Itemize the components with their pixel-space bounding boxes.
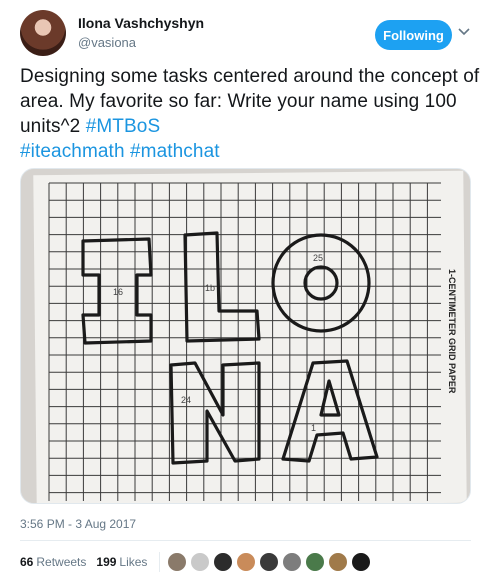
handwritten-count: 1 [311, 423, 316, 433]
user-display-name[interactable]: Ilona Vashchyshyn [78, 15, 204, 31]
liker-avatar[interactable] [213, 552, 234, 572]
tweet-text: Designing some tasks centered around the… [20, 64, 480, 164]
following-button[interactable]: Following [375, 20, 452, 50]
user-handle[interactable]: @vasiona [78, 35, 136, 50]
retweets-stat[interactable]: 66 Retweets [20, 555, 86, 569]
liker-avatar[interactable] [282, 552, 303, 572]
hashtag-link[interactable]: #mathchat [130, 141, 220, 162]
tweet-stats: 66 Retweets 199 Likes [20, 552, 372, 572]
grid-paper-image: 16 1b 25 24 1 1-CENTIMETER GRID PAPER [21, 169, 470, 503]
retweets-count: 66 [20, 555, 34, 569]
liker-avatar[interactable] [190, 552, 211, 572]
likes-count: 199 [96, 555, 117, 569]
hashtag-link[interactable]: #MTBoS [86, 116, 161, 137]
likers-avatars [164, 552, 372, 572]
user-avatar[interactable] [20, 10, 66, 56]
liker-avatar[interactable] [328, 552, 349, 572]
paper-label: 1-CENTIMETER GRID PAPER [447, 269, 457, 394]
likers-divider [159, 552, 161, 572]
hashtag-link[interactable]: #iteachmath [20, 141, 125, 162]
liker-avatar[interactable] [259, 552, 280, 572]
liker-avatar[interactable] [305, 552, 326, 572]
likes-label: Likes [119, 555, 148, 569]
tweet-timestamp[interactable]: 3:56 PM - 3 Aug 2017 [20, 517, 136, 531]
tweet-header: Ilona Vashchyshyn @vasiona Following [20, 10, 471, 56]
handwritten-count: 25 [313, 253, 323, 263]
liker-avatar[interactable] [167, 552, 188, 572]
handwritten-count: 16 [113, 287, 123, 297]
divider [20, 540, 471, 541]
likes-stat[interactable]: 199 Likes [96, 555, 147, 569]
tweet-photo[interactable]: 16 1b 25 24 1 1-CENTIMETER GRID PAPER [20, 168, 471, 504]
retweets-label: Retweets [36, 555, 87, 569]
liker-avatar[interactable] [351, 552, 372, 572]
liker-avatar[interactable] [236, 552, 257, 572]
handwritten-count: 1b [205, 283, 215, 293]
handwritten-count: 24 [181, 395, 191, 405]
chevron-down-icon[interactable] [456, 24, 472, 40]
